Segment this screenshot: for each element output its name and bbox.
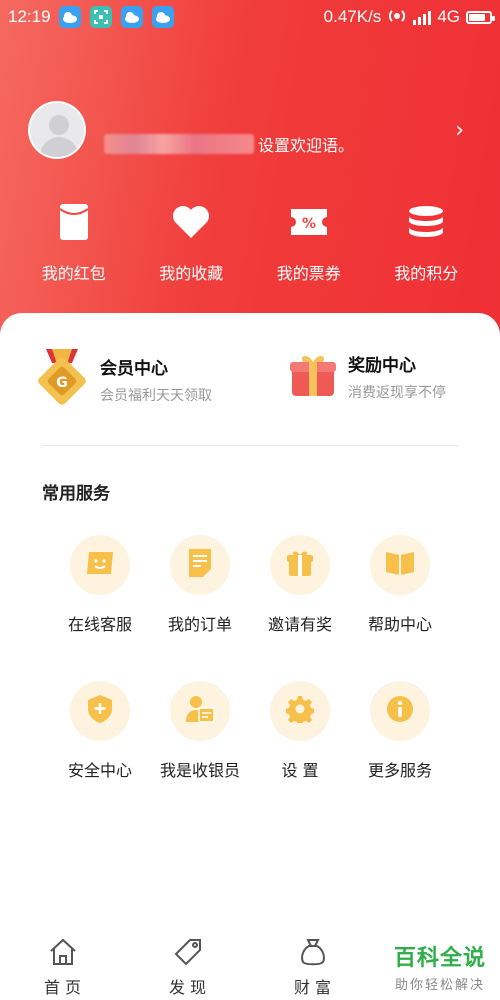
nav-label: 发 现 [168, 978, 207, 997]
status-bar: 12:19 0.47K/s 4G [0, 0, 500, 34]
header-background [0, 0, 500, 360]
network-speed: 0.47K/s [323, 7, 382, 26]
divider [42, 445, 458, 446]
weather-icon [120, 6, 143, 28]
service-label: 在线客服 [67, 615, 132, 634]
scan-icon [89, 6, 112, 28]
avatar[interactable] [28, 101, 86, 159]
service-help-center[interactable]: 帮助中心 [350, 535, 450, 635]
chevron-right-icon[interactable]: › [455, 118, 464, 143]
service-label: 设 置 [281, 761, 319, 780]
gear-icon [285, 695, 315, 727]
nav-wealth[interactable]: 财 富 [250, 932, 375, 1000]
book-icon [385, 550, 415, 580]
shield-icon [87, 694, 113, 728]
reward-center[interactable]: 奖励中心 消费返现享不停 [290, 351, 446, 402]
service-label: 邀请有奖 [267, 615, 332, 634]
heart-icon [172, 200, 210, 244]
reward-center-title: 奖励中心 [348, 356, 416, 376]
chat-icon [85, 550, 115, 580]
battery-icon [466, 10, 495, 24]
quick-red-packet[interactable]: 我的红包 [15, 200, 133, 284]
nav-home[interactable]: 首 页 [0, 932, 125, 1000]
order-icon [188, 548, 212, 582]
gift-box-icon [290, 352, 336, 402]
watermark-title: 百科全说 [393, 946, 486, 971]
home-icon [48, 938, 78, 970]
service-cashier[interactable]: 我是收银员 [150, 681, 250, 781]
status-time: 12:19 [8, 7, 51, 26]
nav-discover[interactable]: 发 现 [125, 932, 250, 1000]
quick-label: 我的红包 [41, 264, 106, 283]
quick-coupons[interactable]: % 我的票券 [250, 200, 368, 284]
gift-icon [286, 549, 314, 581]
quick-points[interactable]: 我的积分 [368, 200, 486, 284]
cashier-icon [185, 694, 215, 728]
svg-text:G: G [56, 375, 68, 391]
services-title: 常用服务 [42, 484, 110, 504]
svg-text:%: % [302, 216, 316, 232]
coins-icon [408, 200, 444, 244]
service-settings[interactable]: 设 置 [250, 681, 350, 781]
coupon-icon: % [290, 200, 328, 244]
member-center[interactable]: G 会员中心 会员福利天天领取 [36, 349, 212, 409]
member-center-subtitle: 会员福利天天领取 [100, 387, 212, 404]
service-label: 我是收银员 [159, 761, 240, 780]
service-online-support[interactable]: 在线客服 [50, 535, 150, 635]
info-icon [386, 695, 414, 727]
hotspot-icon [387, 6, 407, 29]
services-grid: 在线客服 我的订单 邀请有奖 帮助中心 安全中心 我是收银员 设 置 更多服务 [50, 535, 450, 827]
money-bag-icon [298, 938, 328, 970]
medal-icon: G [36, 349, 88, 409]
tag-icon [173, 938, 203, 970]
weather-icon [151, 6, 174, 28]
reward-center-subtitle: 消费返现享不停 [348, 385, 446, 401]
welcome-message: 设置欢迎语。 [104, 132, 354, 156]
signal-icon [413, 9, 432, 25]
watermark: 百科全说 助你轻松解决 [394, 940, 486, 993]
quick-label: 我的收藏 [159, 264, 224, 283]
weather-icon [58, 6, 81, 28]
member-row: G 会员中心 会员福利天天领取 奖励中心 消费返现享不停 [0, 343, 500, 415]
service-security-center[interactable]: 安全中心 [50, 681, 150, 781]
service-label: 安全中心 [67, 761, 132, 780]
profile-header[interactable]: 设置欢迎语。 › [28, 100, 478, 160]
service-label: 更多服务 [367, 761, 432, 780]
nav-label: 财 富 [293, 978, 332, 997]
quick-label: 我的票券 [276, 264, 341, 283]
network-type: 4G [437, 7, 460, 26]
red-packet-icon [59, 200, 89, 244]
quick-favorites[interactable]: 我的收藏 [133, 200, 251, 284]
service-invite-rewards[interactable]: 邀请有奖 [250, 535, 350, 635]
service-my-orders[interactable]: 我的订单 [150, 535, 250, 635]
service-label: 我的订单 [167, 615, 232, 634]
service-label: 帮助中心 [367, 615, 432, 634]
main-card: G 会员中心 会员福利天天领取 奖励中心 消费返现享不停 常用服务 在线客服 我… [0, 313, 500, 933]
service-more[interactable]: 更多服务 [350, 681, 450, 781]
member-center-title: 会员中心 [100, 358, 168, 379]
quick-actions: 我的红包 我的收藏 % 我的票券 我的积分 [15, 200, 485, 284]
blurred-username [104, 134, 254, 154]
watermark-subtitle: 助你轻松解决 [394, 978, 485, 993]
welcome-text: 设置欢迎语。 [258, 136, 355, 155]
quick-label: 我的积分 [394, 264, 459, 283]
nav-label: 首 页 [43, 978, 82, 997]
